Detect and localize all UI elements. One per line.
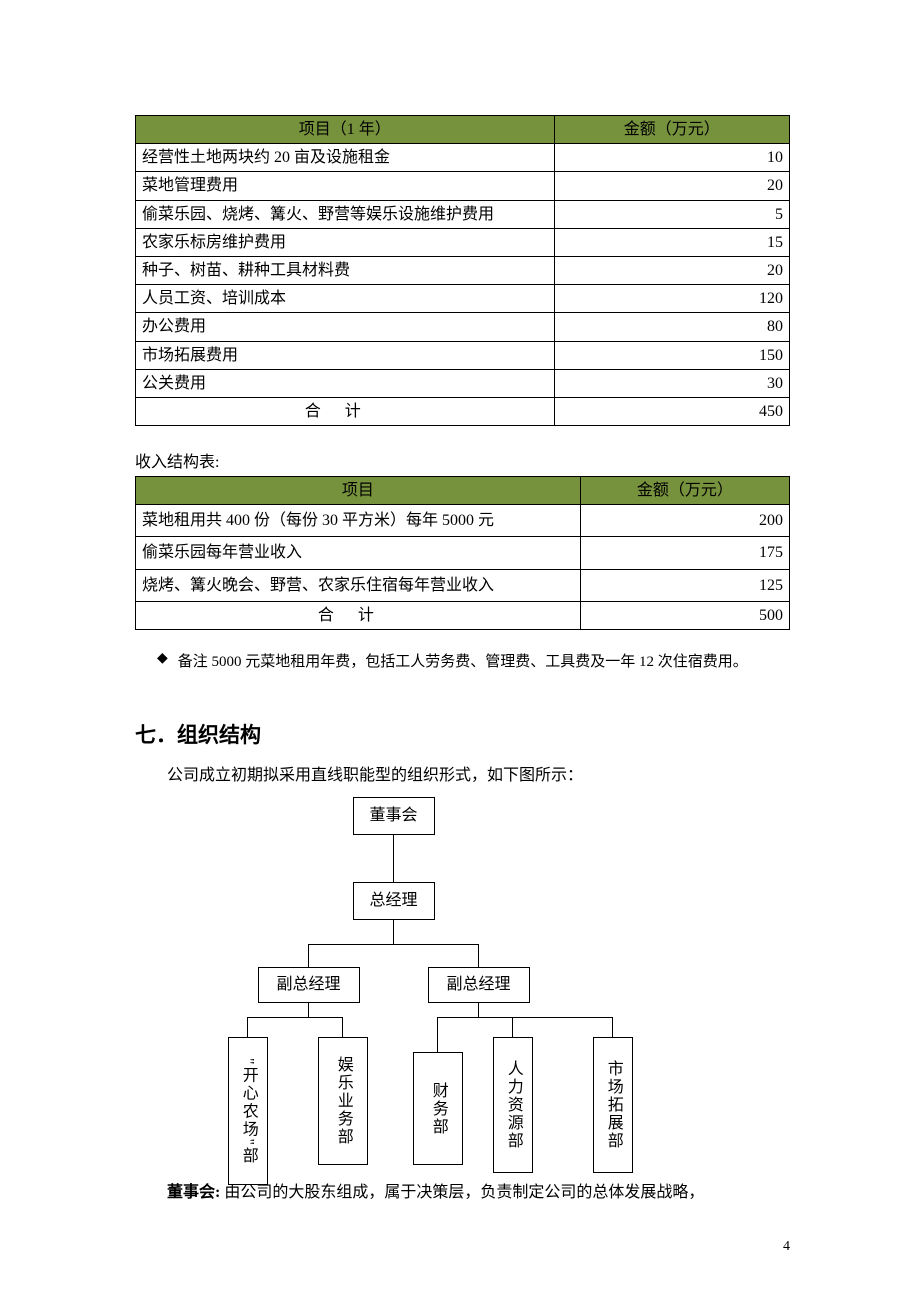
org-line [308, 1002, 309, 1017]
org-line [478, 1002, 479, 1017]
cell: 15 [554, 228, 789, 256]
cell: 偷菜乐园每年营业收入 [136, 537, 581, 569]
cell: 烧烤、篝火晚会、野营、农家乐住宿每年营业收入 [136, 569, 581, 601]
income-col-item: 项目 [136, 477, 581, 505]
section-intro: 公司成立初期拟采用直线职能型的组织形式，如下图所示： [135, 761, 790, 791]
org-line [437, 1017, 438, 1052]
org-board-box: 董事会 [353, 797, 435, 835]
org-line [512, 1017, 513, 1037]
cost-col-item: 项目（1 年） [136, 116, 555, 144]
org-dept-farm: "开心农场"部 [228, 1037, 268, 1185]
table-row: 菜地管理费用20 [136, 172, 790, 200]
cell: 人员工资、培训成本 [136, 285, 555, 313]
org-line [342, 1017, 343, 1037]
board-text: 由公司的大股东组成，属于决策层，负责制定公司的总体发展战略， [220, 1184, 704, 1201]
income-table: 项目 金额（万元） 菜地租用共 400 份（每份 30 平方米）每年 5000 … [135, 476, 790, 630]
org-dept-entertainment: 娱乐业务部 [318, 1037, 368, 1165]
cell: 120 [554, 285, 789, 313]
diamond-bullet-icon: ◆ [157, 650, 168, 667]
org-line [393, 919, 394, 944]
total-label: 合计 [136, 397, 555, 425]
table-row: 人员工资、培训成本120 [136, 285, 790, 313]
table-row: 烧烤、篝火晚会、野营、农家乐住宿每年营业收入125 [136, 569, 790, 601]
cell: 市场拓展费用 [136, 341, 555, 369]
table-total-row: 合计 450 [136, 397, 790, 425]
table-row: 农家乐标房维护费用15 [136, 228, 790, 256]
table-row: 偷菜乐园、烧烤、篝火、野营等娱乐设施维护费用5 [136, 200, 790, 228]
cost-table: 项目（1 年） 金额（万元） 经营性土地两块约 20 亩及设施租金10 菜地管理… [135, 115, 790, 426]
table-total-row: 合计 500 [136, 601, 790, 629]
table-row: 经营性土地两块约 20 亩及设施租金10 [136, 144, 790, 172]
org-line [308, 944, 478, 945]
org-line [247, 1017, 248, 1037]
cell: 20 [554, 256, 789, 284]
org-line [308, 944, 309, 967]
income-table-title: 收入结构表: [135, 448, 790, 472]
section-heading: 七．组织结构 [135, 719, 790, 749]
org-vp2-box: 副总经理 [428, 967, 530, 1003]
cell: 种子、树苗、耕种工具材料费 [136, 256, 555, 284]
cell: 偷菜乐园、烧烤、篝火、野营等娱乐设施维护费用 [136, 200, 555, 228]
table-row: 菜地租用共 400 份（每份 30 平方米）每年 5000 元200 [136, 505, 790, 537]
cell: 公关费用 [136, 369, 555, 397]
cell: 200 [580, 505, 789, 537]
org-dept-finance: 财务部 [413, 1052, 463, 1165]
note-text: 备注 5000 元菜地租用年费，包括工人劳务费、管理费、工具费及一年 12 次住… [178, 650, 748, 671]
note-line: ◆ 备注 5000 元菜地租用年费，包括工人劳务费、管理费、工具费及一年 12 … [157, 650, 790, 671]
cell: 经营性土地两块约 20 亩及设施租金 [136, 144, 555, 172]
cell: 菜地管理费用 [136, 172, 555, 200]
table-row: 种子、树苗、耕种工具材料费20 [136, 256, 790, 284]
table-row: 公关费用30 [136, 369, 790, 397]
org-dept-market: 市场拓展部 [593, 1037, 633, 1173]
org-line [478, 944, 479, 967]
page: 项目（1 年） 金额（万元） 经营性土地两块约 20 亩及设施租金10 菜地管理… [0, 0, 920, 1295]
cell: 80 [554, 313, 789, 341]
table-header-row: 项目（1 年） 金额（万元） [136, 116, 790, 144]
org-line [247, 1017, 343, 1018]
cell: 175 [580, 537, 789, 569]
board-label: 董事会: [167, 1184, 220, 1201]
income-col-amount: 金额（万元） [580, 477, 789, 505]
cell: 办公费用 [136, 313, 555, 341]
org-vp1-box: 副总经理 [258, 967, 360, 1003]
cell: 125 [580, 569, 789, 601]
page-number: 4 [135, 1239, 790, 1255]
total-value: 450 [554, 397, 789, 425]
table-row: 办公费用80 [136, 313, 790, 341]
cell: 30 [554, 369, 789, 397]
cell: 150 [554, 341, 789, 369]
cell: 20 [554, 172, 789, 200]
total-label: 合计 [136, 601, 581, 629]
table-row: 偷菜乐园每年营业收入175 [136, 537, 790, 569]
org-dept-hr: 人力资源部 [493, 1037, 533, 1173]
total-value: 500 [580, 601, 789, 629]
org-line [437, 1017, 612, 1018]
org-line [612, 1017, 613, 1037]
cell: 10 [554, 144, 789, 172]
table-row: 市场拓展费用150 [136, 341, 790, 369]
org-chart: 董事会 总经理 副总经理 副总经理 "开心农场"部 娱乐业务部 财务部 人力资源… [203, 797, 723, 1172]
org-line [393, 834, 394, 882]
cell: 菜地租用共 400 份（每份 30 平方米）每年 5000 元 [136, 505, 581, 537]
cell: 5 [554, 200, 789, 228]
cost-col-amount: 金额（万元） [554, 116, 789, 144]
cell: 农家乐标房维护费用 [136, 228, 555, 256]
table-header-row: 项目 金额（万元） [136, 477, 790, 505]
org-gm-box: 总经理 [353, 882, 435, 920]
